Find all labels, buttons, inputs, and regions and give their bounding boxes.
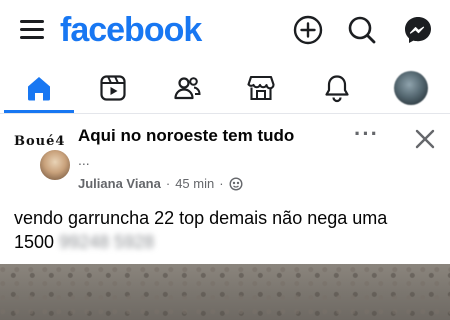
post-text-line-2: 1500 99248 5928 [14,230,439,254]
post-meta: Juliana Viana · 45 min · [78,176,243,191]
tab-video[interactable] [78,62,148,114]
bell-icon [325,75,349,103]
group-thumbnail-text: Boué4 [14,134,66,149]
more-options-icon[interactable]: ··· [354,123,380,148]
friends-icon [174,77,201,100]
marketplace-icon [247,75,275,101]
home-icon [28,77,50,101]
plus-icon[interactable] [292,14,324,46]
audience-icon[interactable] [229,176,243,191]
author-name-link[interactable]: Juliana Viana [78,176,161,191]
group-name-overflow: ... [78,152,90,168]
avatar [394,71,428,105]
tab-friends[interactable] [152,62,222,114]
post-text-line-1: vendo garruncha 22 top demais não nega u… [14,208,388,228]
feed-post: Boué4 Aqui no noroeste tem tudo ... Juli… [0,114,450,320]
messenger-icon[interactable] [402,14,434,46]
menu-icon[interactable] [18,16,48,44]
group-name-link[interactable]: Aqui no noroeste tem tudo [78,126,294,146]
active-tab-indicator [4,110,74,113]
meta-separator: · [165,176,171,191]
post-body: vendo garruncha 22 top demais não nega u… [14,206,439,254]
search-icon[interactable] [346,14,378,46]
post-image[interactable] [0,264,450,320]
close-icon[interactable] [412,126,438,152]
top-bar: facebook [0,0,450,62]
post-time[interactable]: 45 min [175,176,214,191]
author-avatar[interactable] [38,148,72,182]
meta-separator-2: · [219,176,224,191]
tab-marketplace[interactable] [226,62,296,114]
tab-notifications[interactable] [302,62,372,114]
group-thumbnail[interactable]: Boué4 [14,130,72,182]
main-nav [0,62,450,114]
post-price: 1500 [14,232,55,252]
video-icon [100,75,126,101]
tab-home[interactable] [4,62,74,114]
tab-profile[interactable] [376,62,446,114]
facebook-logo[interactable]: facebook [60,10,202,50]
phone-number-blurred: 99248 5928 [59,232,155,252]
